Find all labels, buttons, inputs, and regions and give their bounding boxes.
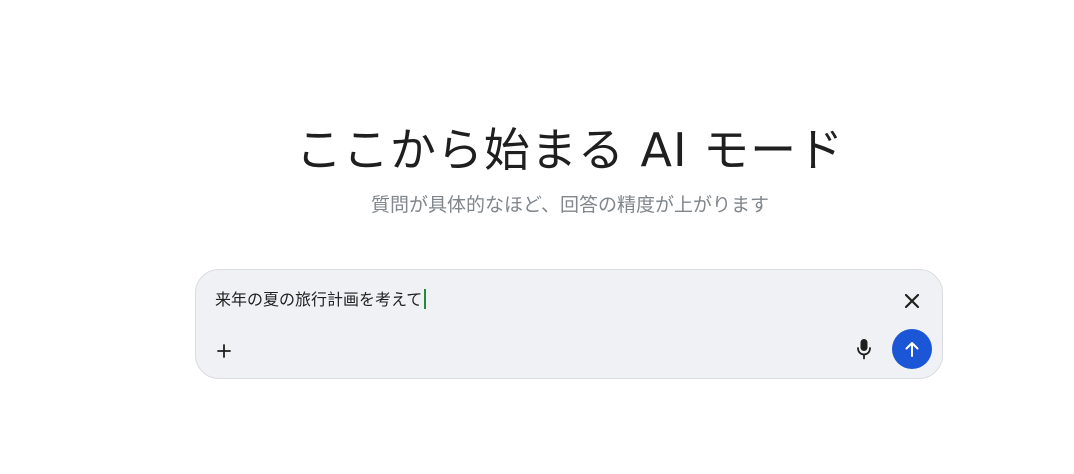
clear-button[interactable] bbox=[900, 289, 924, 313]
page-title: ここから始まる AI モード bbox=[295, 123, 845, 177]
prompt-input-text: 来年の夏の旅行計画を考えて bbox=[215, 290, 423, 309]
prompt-input[interactable]: 来年の夏の旅行計画を考えて bbox=[215, 288, 427, 312]
voice-input-button[interactable] bbox=[850, 335, 878, 363]
prompt-composer: 来年の夏の旅行計画を考えて bbox=[195, 269, 943, 379]
close-icon bbox=[904, 293, 920, 309]
add-button[interactable] bbox=[210, 337, 238, 365]
microphone-icon bbox=[856, 338, 872, 360]
page-subtitle: 質問が具体的なほど、回答の精度が上がります bbox=[370, 194, 770, 216]
arrow-up-icon bbox=[903, 340, 921, 358]
text-caret bbox=[424, 289, 427, 309]
send-button[interactable] bbox=[892, 329, 932, 369]
plus-icon bbox=[217, 344, 231, 358]
